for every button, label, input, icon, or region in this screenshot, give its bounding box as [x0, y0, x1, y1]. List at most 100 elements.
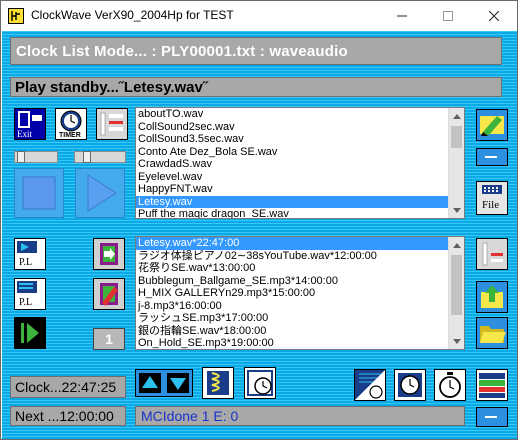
list-item[interactable]: On_Hold_SE.mp3*19:00:00	[136, 337, 448, 349]
stop-button[interactable]	[14, 168, 64, 218]
pencil-edit-icon	[477, 110, 507, 140]
list-item[interactable]: aboutTO.wav	[136, 108, 448, 121]
list-item-selected[interactable]: Letesy.wav*22:47:00	[136, 237, 448, 250]
play-button[interactable]	[75, 168, 125, 218]
list-item-selected[interactable]: Letesy.wav	[136, 195, 448, 208]
repeat-button[interactable]	[202, 367, 234, 399]
exit-door-icon: Exit	[15, 109, 45, 139]
playlist-icon: P.L	[15, 279, 45, 309]
list-item[interactable]: H_MIX GALLERYn29.mp3*15:00:00	[136, 287, 448, 300]
move-up-down-buttons	[135, 369, 193, 397]
list-settings-button[interactable]	[96, 108, 128, 140]
play-icon	[87, 174, 117, 212]
main-panel: Clock List Mode... : PLY00001.txt : wave…	[2, 31, 517, 439]
volume-slider-right[interactable]	[74, 151, 126, 163]
clock-document-icon	[245, 368, 275, 398]
list-item[interactable]: ラッシュSE.mp3*17:00:00	[136, 312, 448, 325]
list-item[interactable]: Bubblegum_Ballgame_SE.mp3*14:00:00	[136, 275, 448, 288]
scroll-up-arrow[interactable]	[449, 108, 464, 124]
alarm-clock-icon	[395, 370, 425, 400]
list-item[interactable]: 花祭りSE.wav*13:00:00	[136, 262, 448, 275]
stopwatch-button[interactable]	[434, 369, 466, 401]
timer-button[interactable]: TIMER	[55, 108, 87, 140]
mci-status-display: MCIdone 1 E: 0	[135, 406, 465, 426]
file-list-scrollbar[interactable]	[448, 108, 464, 218]
scroll-down-arrow[interactable]	[449, 333, 464, 349]
level-slider-icon	[477, 239, 507, 269]
stop-icon	[22, 176, 56, 210]
file-keyboard-icon: File	[477, 182, 507, 214]
minimize-icon	[397, 15, 407, 17]
title-bar: ClockWave VerX90_2004Hp for TEST	[1, 1, 517, 31]
open-folder-button[interactable]	[476, 317, 508, 349]
close-button[interactable]	[471, 1, 517, 31]
file-list[interactable]: aboutTO.wav CollSound2sec.wav CollSound3…	[135, 107, 465, 219]
volume-slider-right-knob[interactable]	[83, 151, 91, 163]
minus-button-top[interactable]	[476, 148, 508, 166]
minus-button-bottom[interactable]	[476, 407, 508, 427]
clock-display: Clock...22:47:25	[10, 376, 126, 398]
up-down-arrows-icon	[136, 370, 192, 396]
exit-button-label: Exit	[17, 129, 32, 139]
clockwave-app-icon	[8, 8, 24, 24]
volume-slider-left-knob[interactable]	[17, 151, 25, 163]
list-item[interactable]: Conto Ate Dez_Bola SE.wav	[136, 146, 448, 159]
file-button-label: File	[482, 199, 499, 211]
schedule-timer-button[interactable]	[244, 367, 276, 399]
skip-next-icon	[15, 318, 45, 348]
level-settings-button[interactable]	[476, 238, 508, 270]
list-item[interactable]: CollSound2sec.wav	[136, 121, 448, 134]
file-button[interactable]: File	[476, 181, 508, 215]
add-to-list-button[interactable]	[93, 238, 125, 270]
counter-button[interactable]: 1	[93, 328, 125, 350]
app-window: ClockWave VerX90_2004Hp for TEST Clock L…	[0, 0, 518, 440]
open-folder-icon	[477, 318, 507, 348]
alarm-clock-button[interactable]	[394, 369, 426, 401]
stopwatch-icon	[435, 370, 465, 400]
maximize-icon	[443, 11, 453, 21]
edit-schedule-button[interactable]	[93, 278, 125, 310]
mode-bar-text: Clock List Mode... : PLY00001.txt : wave…	[16, 43, 348, 60]
list-item[interactable]: j-8.mp3*16:00:00	[136, 300, 448, 313]
schedule-list-scrollbar[interactable]	[448, 237, 464, 349]
list-item[interactable]: ラジオ体操ピアノ02∼38sYouTube.wav*12:00:00	[136, 250, 448, 263]
minus-icon	[477, 149, 507, 165]
list-item[interactable]: CollSound3.5sec.wav	[136, 133, 448, 146]
scroll-thumb[interactable]	[451, 255, 462, 315]
time-signal-button[interactable]	[354, 369, 386, 401]
spring-repeat-icon	[203, 368, 233, 398]
timer-button-label: TIMER	[59, 132, 81, 139]
list-item[interactable]: Eyelevel.wav	[136, 171, 448, 184]
play-status-text: Play standby...˝Letesy.wav˝	[15, 79, 208, 96]
scroll-thumb[interactable]	[451, 126, 462, 148]
playlist-button-1[interactable]: P.L	[14, 238, 46, 270]
edit-list-button[interactable]	[476, 109, 508, 141]
chevron-up-icon	[453, 242, 461, 248]
maximize-button[interactable]	[425, 1, 471, 31]
close-icon	[489, 11, 499, 21]
list-item[interactable]: HappyFNT.wav	[136, 183, 448, 196]
schedule-list-items: Letesy.wav*22:47:00 ラジオ体操ピアノ02∼38sYouTub…	[136, 237, 448, 349]
minimize-button[interactable]	[379, 1, 425, 31]
time-signal-icon	[355, 370, 385, 400]
next-track-button[interactable]	[14, 317, 46, 349]
list-item[interactable]: Puff the magic dragon_SE.wav	[136, 208, 448, 218]
list-slider-icon	[97, 109, 127, 139]
exit-button[interactable]: Exit	[14, 108, 46, 140]
playlist-button-2[interactable]: P.L	[14, 278, 46, 310]
minus-icon	[477, 408, 507, 426]
play-status-bar: Play standby...˝Letesy.wav˝	[10, 77, 502, 97]
volume-slider-left[interactable]	[14, 151, 58, 163]
chevron-down-icon	[453, 338, 461, 344]
color-settings-button[interactable]	[476, 369, 508, 401]
schedule-list[interactable]: Letesy.wav*22:47:00 ラジオ体操ピアノ02∼38sYouTub…	[135, 236, 465, 350]
move-up-folder-button[interactable]	[476, 281, 508, 313]
scroll-up-arrow[interactable]	[449, 237, 464, 253]
add-arrow-icon	[94, 239, 124, 269]
mode-bar: Clock List Mode... : PLY00001.txt : wave…	[10, 37, 502, 65]
list-item[interactable]: 銀の指輪SE.wav*18:00:00	[136, 325, 448, 338]
scroll-down-arrow[interactable]	[449, 202, 464, 218]
chevron-down-icon	[453, 207, 461, 213]
folder-up-icon	[477, 282, 507, 312]
list-item[interactable]: CrawdadS.wav	[136, 158, 448, 171]
